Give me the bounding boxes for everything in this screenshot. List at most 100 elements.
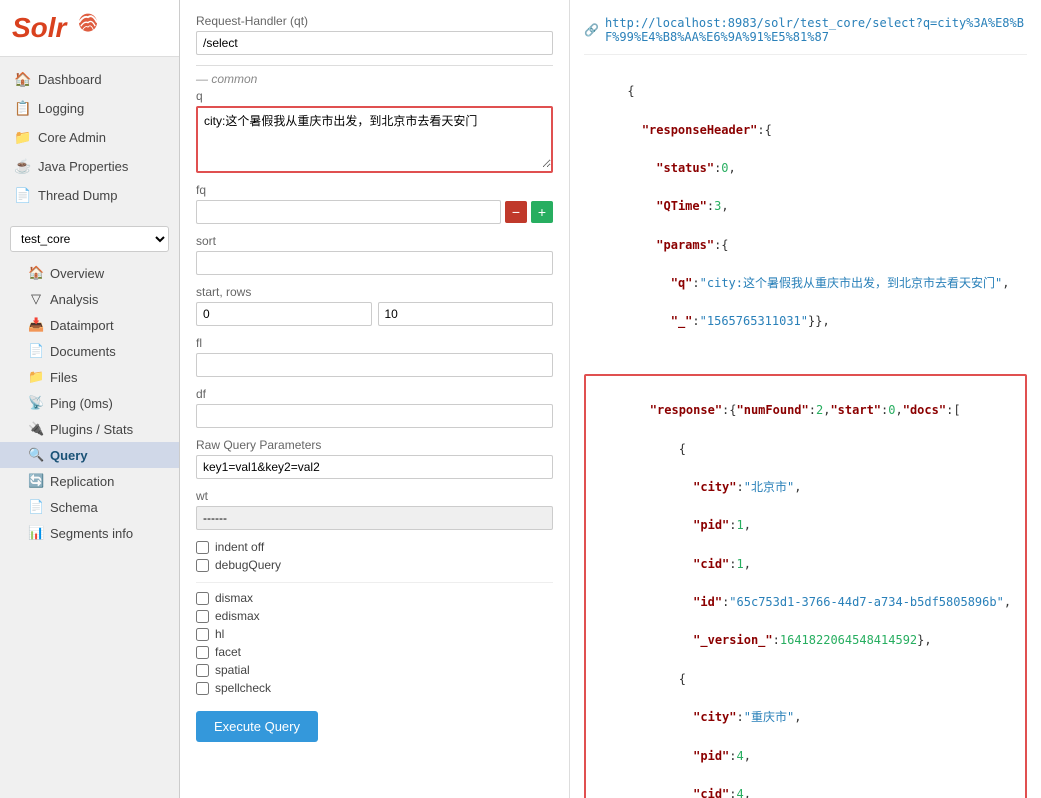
df-label: df xyxy=(196,387,553,401)
indent-checkbox[interactable] xyxy=(196,541,209,554)
hl-checkbox[interactable] xyxy=(196,628,209,641)
spellcheck-label: spellcheck xyxy=(215,681,271,695)
raw-params-group: Raw Query Parameters xyxy=(196,438,553,479)
q-label: q xyxy=(196,89,553,103)
fq-remove-button[interactable]: − xyxy=(505,201,527,223)
sort-input[interactable] xyxy=(196,251,553,275)
response-json: "response":{"numFound":2,"start":0,"docs… xyxy=(592,382,1019,798)
raw-params-input[interactable] xyxy=(196,455,553,479)
url-bar: 🔗 http://localhost:8983/solr/test_core/s… xyxy=(584,10,1027,55)
core-nav-dataimport[interactable]: 📥 Dataimport xyxy=(0,312,179,338)
sort-group: sort xyxy=(196,234,553,275)
wt-label: wt xyxy=(196,489,553,503)
sidebar-item-core-admin[interactable]: 📁 Core Admin xyxy=(0,123,179,152)
start-rows-group: start, rows xyxy=(196,285,553,326)
overview-icon: 🏠 xyxy=(28,265,44,281)
query-icon: 🔍 xyxy=(28,447,44,463)
handler-label: Request-Handler (qt) xyxy=(196,14,553,28)
spatial-label: spatial xyxy=(215,663,250,677)
fq-input[interactable] xyxy=(196,200,501,224)
plugins-icon: 🔌 xyxy=(28,421,44,437)
sort-label: sort xyxy=(196,234,553,248)
indent-group: indent off xyxy=(196,540,553,554)
core-nav-query[interactable]: 🔍 Query xyxy=(0,442,179,468)
common-label: — common xyxy=(196,65,553,86)
q-input[interactable] xyxy=(198,108,551,168)
q-field-wrapper xyxy=(196,106,553,173)
dismax-checkbox[interactable] xyxy=(196,592,209,605)
sidebar-item-logging-label: Logging xyxy=(38,101,84,116)
core-nav-overview[interactable]: 🏠 Overview xyxy=(0,260,179,286)
fl-group: fl xyxy=(196,336,553,377)
component-checkboxes: dismax edismax hl facet spatial spellche… xyxy=(196,582,553,695)
core-nav-schema[interactable]: 📄 Schema xyxy=(0,494,179,520)
indent-label: indent off xyxy=(215,540,264,554)
edismax-checkbox[interactable] xyxy=(196,610,209,623)
main-nav: 🏠 Dashboard 📋 Logging 📁 Core Admin ☕ Jav… xyxy=(0,57,179,218)
core-nav-replication[interactable]: 🔄 Replication xyxy=(0,468,179,494)
sidebar-item-dashboard[interactable]: 🏠 Dashboard xyxy=(0,65,179,94)
fq-add-button[interactable]: + xyxy=(531,201,553,223)
ping-icon: 📡 xyxy=(28,395,44,411)
replication-icon: 🔄 xyxy=(28,473,44,489)
spellcheck-group: spellcheck xyxy=(196,681,553,695)
segments-icon: 📊 xyxy=(28,525,44,541)
spellcheck-checkbox[interactable] xyxy=(196,682,209,695)
facet-checkbox[interactable] xyxy=(196,646,209,659)
dataimport-icon: 📥 xyxy=(28,317,44,333)
schema-icon: 📄 xyxy=(28,499,44,515)
sidebar: Solr 🏠 Dashboard 📋 Logging 📁 Core Admin … xyxy=(0,0,180,798)
facet-group: facet xyxy=(196,645,553,659)
debug-label: debugQuery xyxy=(215,558,281,572)
hl-label: hl xyxy=(215,627,224,641)
handler-group: Request-Handler (qt) xyxy=(196,14,553,55)
spatial-checkbox[interactable] xyxy=(196,664,209,677)
wt-group: wt ------ json xml python ruby php csv xyxy=(196,489,553,530)
logo-area: Solr xyxy=(0,0,179,57)
core-nav: 🏠 Overview ▽ Analysis 📥 Dataimport 📄 Doc… xyxy=(0,260,179,546)
core-nav-files[interactable]: 📁 Files xyxy=(0,364,179,390)
facet-label: facet xyxy=(215,645,241,659)
execute-query-button[interactable]: Execute Query xyxy=(196,711,318,742)
wt-select[interactable]: ------ json xml python ruby php csv xyxy=(196,506,553,530)
core-nav-analysis[interactable]: ▽ Analysis xyxy=(0,286,179,312)
sidebar-item-dashboard-label: Dashboard xyxy=(38,72,102,87)
start-input[interactable] xyxy=(196,302,372,326)
analysis-icon: ▽ xyxy=(28,291,44,307)
sidebar-item-thread-dump[interactable]: 📄 Thread Dump xyxy=(0,181,179,210)
java-icon: ☕ xyxy=(14,158,32,175)
sidebar-item-core-admin-label: Core Admin xyxy=(38,130,106,145)
core-nav-documents[interactable]: 📄 Documents xyxy=(0,338,179,364)
core-select[interactable]: test_core xyxy=(10,226,169,252)
fl-input[interactable] xyxy=(196,353,553,377)
start-rows-label: start, rows xyxy=(196,285,553,299)
documents-icon: 📄 xyxy=(28,343,44,359)
rows-input[interactable] xyxy=(378,302,554,326)
sidebar-item-java-properties[interactable]: ☕ Java Properties xyxy=(0,152,179,181)
files-icon: 📁 xyxy=(28,369,44,385)
sidebar-item-thread-label: Thread Dump xyxy=(38,188,117,203)
sidebar-item-logging[interactable]: 📋 Logging xyxy=(0,94,179,123)
core-nav-ping[interactable]: 📡 Ping (0ms) xyxy=(0,390,179,416)
response-block: "response":{"numFound":2,"start":0,"docs… xyxy=(584,374,1027,798)
hl-group: hl xyxy=(196,627,553,641)
logging-icon: 📋 xyxy=(14,100,32,117)
dismax-label: dismax xyxy=(215,591,253,605)
core-nav-segments[interactable]: 📊 Segments info xyxy=(0,520,179,546)
core-nav-plugins[interactable]: 🔌 Plugins / Stats xyxy=(0,416,179,442)
core-selector[interactable]: test_core xyxy=(10,226,169,252)
edismax-group: edismax xyxy=(196,609,553,623)
wt-select-wrapper: ------ json xml python ruby php csv xyxy=(196,506,553,530)
debug-checkbox[interactable] xyxy=(196,559,209,572)
solr-logo-icon xyxy=(70,10,106,46)
df-input[interactable] xyxy=(196,404,553,428)
rows-row xyxy=(196,302,553,326)
results-panel: 🔗 http://localhost:8983/solr/test_core/s… xyxy=(570,0,1041,798)
edismax-label: edismax xyxy=(215,609,260,623)
fq-group: fq − + xyxy=(196,183,553,224)
fq-row: − + xyxy=(196,200,553,224)
result-url: http://localhost:8983/solr/test_core/sel… xyxy=(605,16,1027,44)
main-content: Request-Handler (qt) — common q fq − + s… xyxy=(180,0,1041,798)
checkboxes-section: indent off debugQuery xyxy=(196,540,553,572)
handler-input[interactable] xyxy=(196,31,553,55)
